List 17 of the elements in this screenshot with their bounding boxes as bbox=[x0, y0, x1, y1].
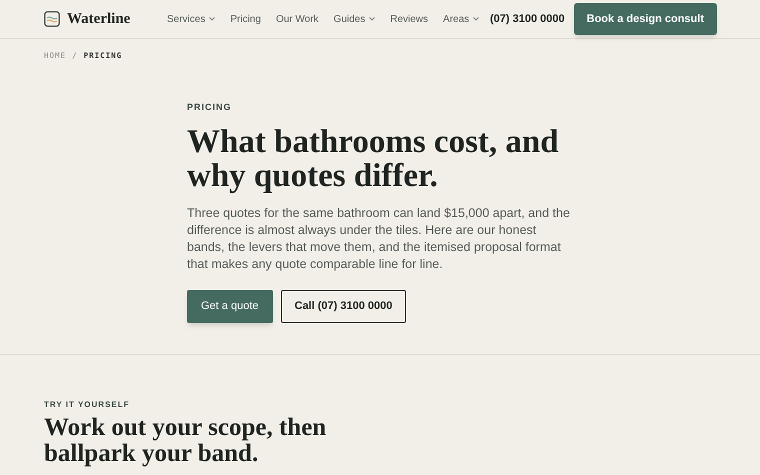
wave-logo-icon bbox=[44, 11, 60, 27]
section-heading: Work out your scope, then ballpark your band. bbox=[44, 414, 328, 467]
hero-description: Three quotes for the same bathroom can land $15,000 apart, and the difference is almost always under the tiles. Here are our honest bands, the levers that move them, and the itemised proposal format that makes any quote comparable line for line. bbox=[187, 204, 571, 273]
eyebrow-label: PRICING bbox=[187, 101, 233, 114]
section-eyebrow: TRY IT YOURSELF bbox=[44, 398, 131, 411]
brand-name[interactable]: Waterline bbox=[67, 8, 130, 30]
get-quote-button[interactable]: Get a quote bbox=[187, 290, 272, 323]
hero-heading: What bathrooms cost, and why quotes differ. bbox=[187, 124, 560, 193]
nav-link[interactable]: Pricing bbox=[230, 12, 261, 26]
nav-link[interactable]: Reviews bbox=[390, 12, 428, 26]
call-button[interactable]: Call (07) 3100 0000 bbox=[280, 290, 406, 323]
nav-link[interactable]: Areas bbox=[443, 12, 480, 26]
nav-link[interactable]: Our Work bbox=[276, 12, 319, 26]
nav-link[interactable]: Services bbox=[167, 12, 216, 26]
nav-link[interactable]: Guides bbox=[334, 12, 376, 26]
phone-link[interactable]: (07) 3100 0000 bbox=[490, 10, 565, 28]
book-consult-button[interactable]: Book a design consult bbox=[574, 3, 717, 35]
